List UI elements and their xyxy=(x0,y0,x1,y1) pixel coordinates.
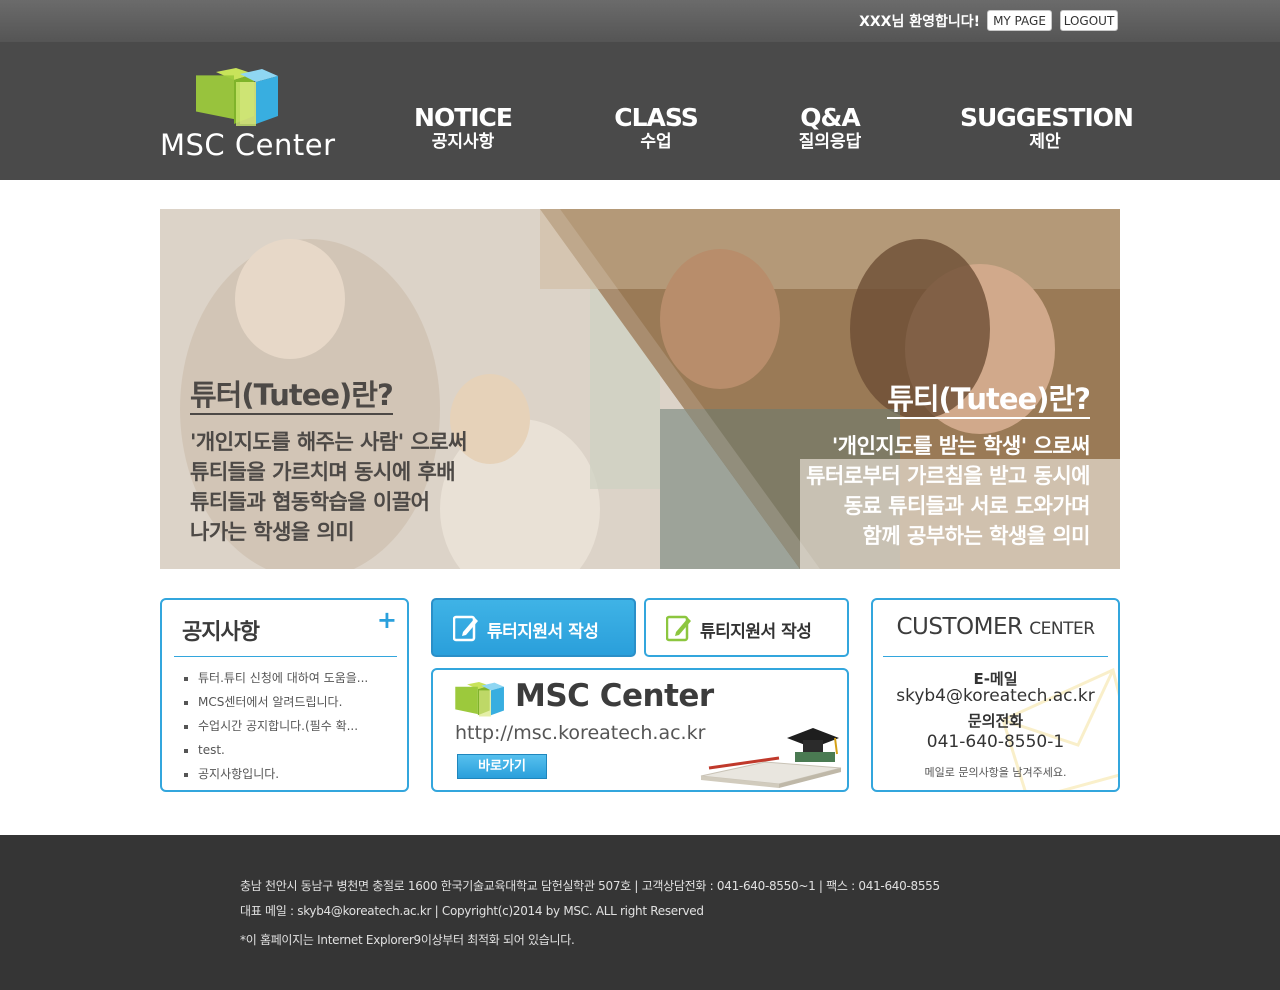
tutor-description: 튜터(Tutee)란? '개인지도를 해주는 사람' 으로써 튜티들을 가르치며… xyxy=(190,377,550,547)
nav-notice[interactable]: NOTICE 공지사항 xyxy=(400,103,526,153)
notice-item-label: 튜터.튜티 신청에 대하여 도움을... xyxy=(198,671,369,685)
tutee-title: 튜티(Tutee)란? xyxy=(887,381,1091,419)
bullet-icon xyxy=(184,700,188,705)
notice-item-label: 공지사항입니다. xyxy=(198,767,280,781)
cube-logo-icon xyxy=(196,68,278,126)
notice-item-label: MCS센터에서 알려드립니다. xyxy=(198,695,343,709)
msc-title: MSC Center xyxy=(515,678,714,714)
notice-item-label: 수업시간 공지합니다.(필수 확... xyxy=(198,719,359,733)
divider xyxy=(174,656,397,657)
footer-browser-note: *이 홈페이지는 Internet Explorer9이상부터 최적화 되어 있… xyxy=(240,933,575,947)
email-value[interactable]: skyb4@koreatech.ac.kr xyxy=(873,686,1118,706)
tutor-title: 튜터(Tutee)란? xyxy=(190,377,394,415)
hero-banner: 튜터(Tutee)란? '개인지도를 해주는 사람' 으로써 튜티들을 가르치며… xyxy=(160,209,1120,569)
logo-text: MSC Center xyxy=(160,128,336,162)
tutor-application-label: 튜터지원서 작성 xyxy=(487,622,599,642)
site-footer: 충남 천안시 동남구 병천면 충절로 1600 한국기술교육대학교 담헌실학관 … xyxy=(0,835,1280,990)
notice-item[interactable]: 공지사항입니다. xyxy=(184,762,368,786)
logout-button[interactable]: LOGOUT xyxy=(1060,10,1118,31)
site-logo[interactable]: MSC Center xyxy=(158,66,338,166)
nav-label-ko: 제안 xyxy=(1029,132,1061,152)
tutee-application-button[interactable]: 튜티지원서 작성 xyxy=(644,598,849,657)
tutor-line: 튜티들을 가르치며 동시에 후배 xyxy=(190,460,456,484)
edit-icon xyxy=(666,615,691,642)
cc-title-sub: CENTER xyxy=(1029,619,1095,639)
nav-label-en: CLASS xyxy=(614,103,699,132)
edit-icon xyxy=(453,615,478,642)
cube-logo-icon xyxy=(455,682,504,717)
bullet-icon xyxy=(184,748,188,753)
mypage-button[interactable]: MY PAGE xyxy=(987,10,1052,31)
tutee-line: '개인지도를 받는 학생' 으로써 xyxy=(831,434,1091,458)
footer-copyright: 대표 메일 : skyb4@koreatech.ac.kr | Copyrigh… xyxy=(240,904,704,918)
top-bar: XXX님 환영합니다! MY PAGE LOGOUT xyxy=(0,0,1280,42)
notice-item[interactable]: 수업시간 공지합니다.(필수 확... xyxy=(184,714,368,738)
notice-title: 공지사항 xyxy=(182,620,260,645)
notice-item[interactable]: test. xyxy=(184,738,368,762)
tutor-application-button[interactable]: 튜터지원서 작성 xyxy=(431,598,636,657)
notice-item[interactable]: 튜터.튜티 신청에 대하여 도움을... xyxy=(184,666,368,690)
nav-label-en: Q&A xyxy=(800,103,860,132)
nav-class[interactable]: CLASS 수업 xyxy=(596,103,716,153)
customer-center-title: CUSTOMER CENTER xyxy=(873,614,1118,640)
bullet-icon xyxy=(184,772,188,777)
divider xyxy=(883,656,1108,657)
nav-label-ko: 수업 xyxy=(640,132,672,152)
notice-item[interactable]: MCS센터에서 알려드립니다. xyxy=(184,690,368,714)
notice-panel: 공지사항 + 튜터.튜티 신청에 대하여 도움을... MCS센터에서 알려드립… xyxy=(160,598,409,792)
cc-note: 메일로 문의사항을 남겨주세요. xyxy=(924,766,1067,779)
notice-item-label: test. xyxy=(198,743,225,757)
tutee-line: 함께 공부하는 학생을 의미 xyxy=(862,524,1091,548)
graduation-books-icon xyxy=(700,728,842,788)
phone-value: 041-640-8550-1 xyxy=(926,732,1065,752)
more-plus-icon[interactable]: + xyxy=(377,606,397,634)
tutee-description: 튜티(Tutee)란? '개인지도를 받는 학생' 으로써 튜터로부터 가르침을… xyxy=(730,381,1091,551)
tutor-line: 나가는 학생을 의미 xyxy=(190,520,355,544)
tutee-line: 튜터로부터 가르침을 받고 동시에 xyxy=(806,464,1090,488)
nav-label-ko: 공지사항 xyxy=(431,132,495,152)
welcome-text: XXX님 환영합니다! xyxy=(859,14,980,30)
go-button[interactable]: 바로가기 xyxy=(457,754,547,779)
tutor-line: 튜티들과 협동학습을 이끌어 xyxy=(190,490,430,514)
bullet-icon xyxy=(184,724,188,729)
nav-qna[interactable]: Q&A 질의응답 xyxy=(770,103,890,153)
notice-list: 튜터.튜티 신청에 대하여 도움을... MCS센터에서 알려드립니다. 수업시… xyxy=(184,666,368,786)
tutee-line: 동료 튜티들과 서로 도와가며 xyxy=(843,494,1091,518)
nav-label-en: NOTICE xyxy=(414,103,513,132)
nav-label-en: SUGGESTION xyxy=(960,103,1134,132)
footer-address: 충남 천안시 동남구 병천면 충절로 1600 한국기술교육대학교 담헌실학관 … xyxy=(240,879,940,893)
bullet-icon xyxy=(184,676,188,681)
nav-label-ko: 질의응답 xyxy=(798,132,862,152)
tutee-application-label: 튜티지원서 작성 xyxy=(700,622,812,642)
msc-url[interactable]: http://msc.koreatech.ac.kr xyxy=(455,722,705,744)
nav-suggestion[interactable]: SUGGESTION 제안 xyxy=(960,103,1134,153)
site-header: MSC Center NOTICE 공지사항 CLASS 수업 Q&A 질의응답… xyxy=(0,42,1280,180)
tutor-line: '개인지도를 해주는 사람' 으로써 xyxy=(190,430,467,454)
phone-label: 문의전화 xyxy=(967,712,1024,730)
cc-title-main: CUSTOMER xyxy=(896,614,1023,640)
msc-link-panel: MSC Center http://msc.koreatech.ac.kr 바로… xyxy=(431,668,849,792)
customer-center-panel: CUSTOMER CENTER E-메일 skyb4@koreatech.ac.… xyxy=(871,598,1120,792)
